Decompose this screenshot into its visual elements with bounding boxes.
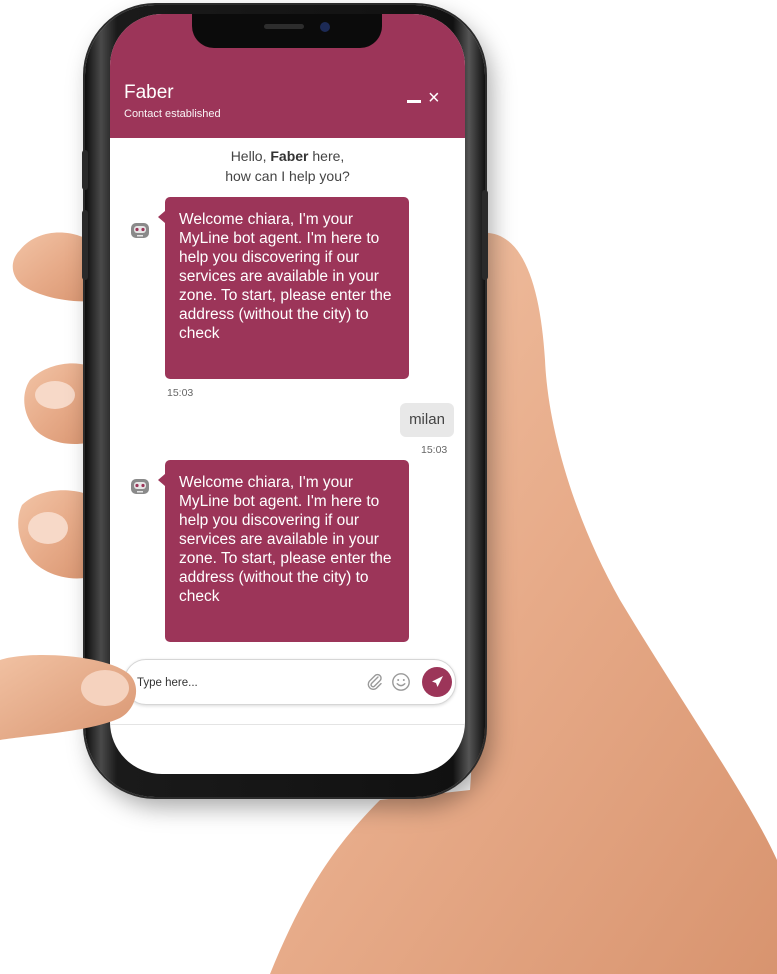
message-timestamp: 15:03 [167,387,194,399]
phone-screen: Faber Contact established × Hello, Faber… [110,14,465,774]
paperclip-icon[interactable] [365,672,385,692]
message-composer [124,659,456,705]
message-timestamp: 15:03 [421,444,448,456]
chat-title: Faber [124,82,174,103]
phone-side-button [82,150,88,190]
message-input[interactable] [135,672,359,694]
emoji-icon[interactable] [391,672,411,692]
composer-divider [110,724,465,725]
phone-side-button [482,190,488,280]
thumb-illustration [0,655,137,740]
bot-message-text: Welcome chiara, I'm your MyLine bot agen… [179,474,392,605]
front-camera [320,22,330,32]
chat-status: Contact established [124,108,221,120]
bot-message: Welcome chiara, I'm your MyLine bot agen… [158,460,409,642]
greeting-suffix: here, [308,148,345,164]
bot-avatar-icon [131,223,149,238]
phone-notch [192,14,382,48]
greeting-prefix: Hello, [230,148,271,164]
speaker-grille [264,24,304,29]
bot-message-text: Welcome chiara, I'm your MyLine bot agen… [179,211,392,342]
minimize-icon[interactable] [407,100,421,103]
user-message: milan [400,403,454,437]
send-button[interactable] [422,667,452,697]
greeting-question: how can I help you? [225,168,350,184]
bot-avatar-icon [131,479,149,494]
greeting-bot-name: Faber [270,148,309,164]
chat-greeting: Hello, Faber here, how can I help you? [110,146,465,186]
bot-message: Welcome chiara, I'm your MyLine bot agen… [158,197,409,379]
phone-side-button [82,210,88,280]
send-icon [432,676,443,687]
close-icon[interactable]: × [428,88,440,108]
